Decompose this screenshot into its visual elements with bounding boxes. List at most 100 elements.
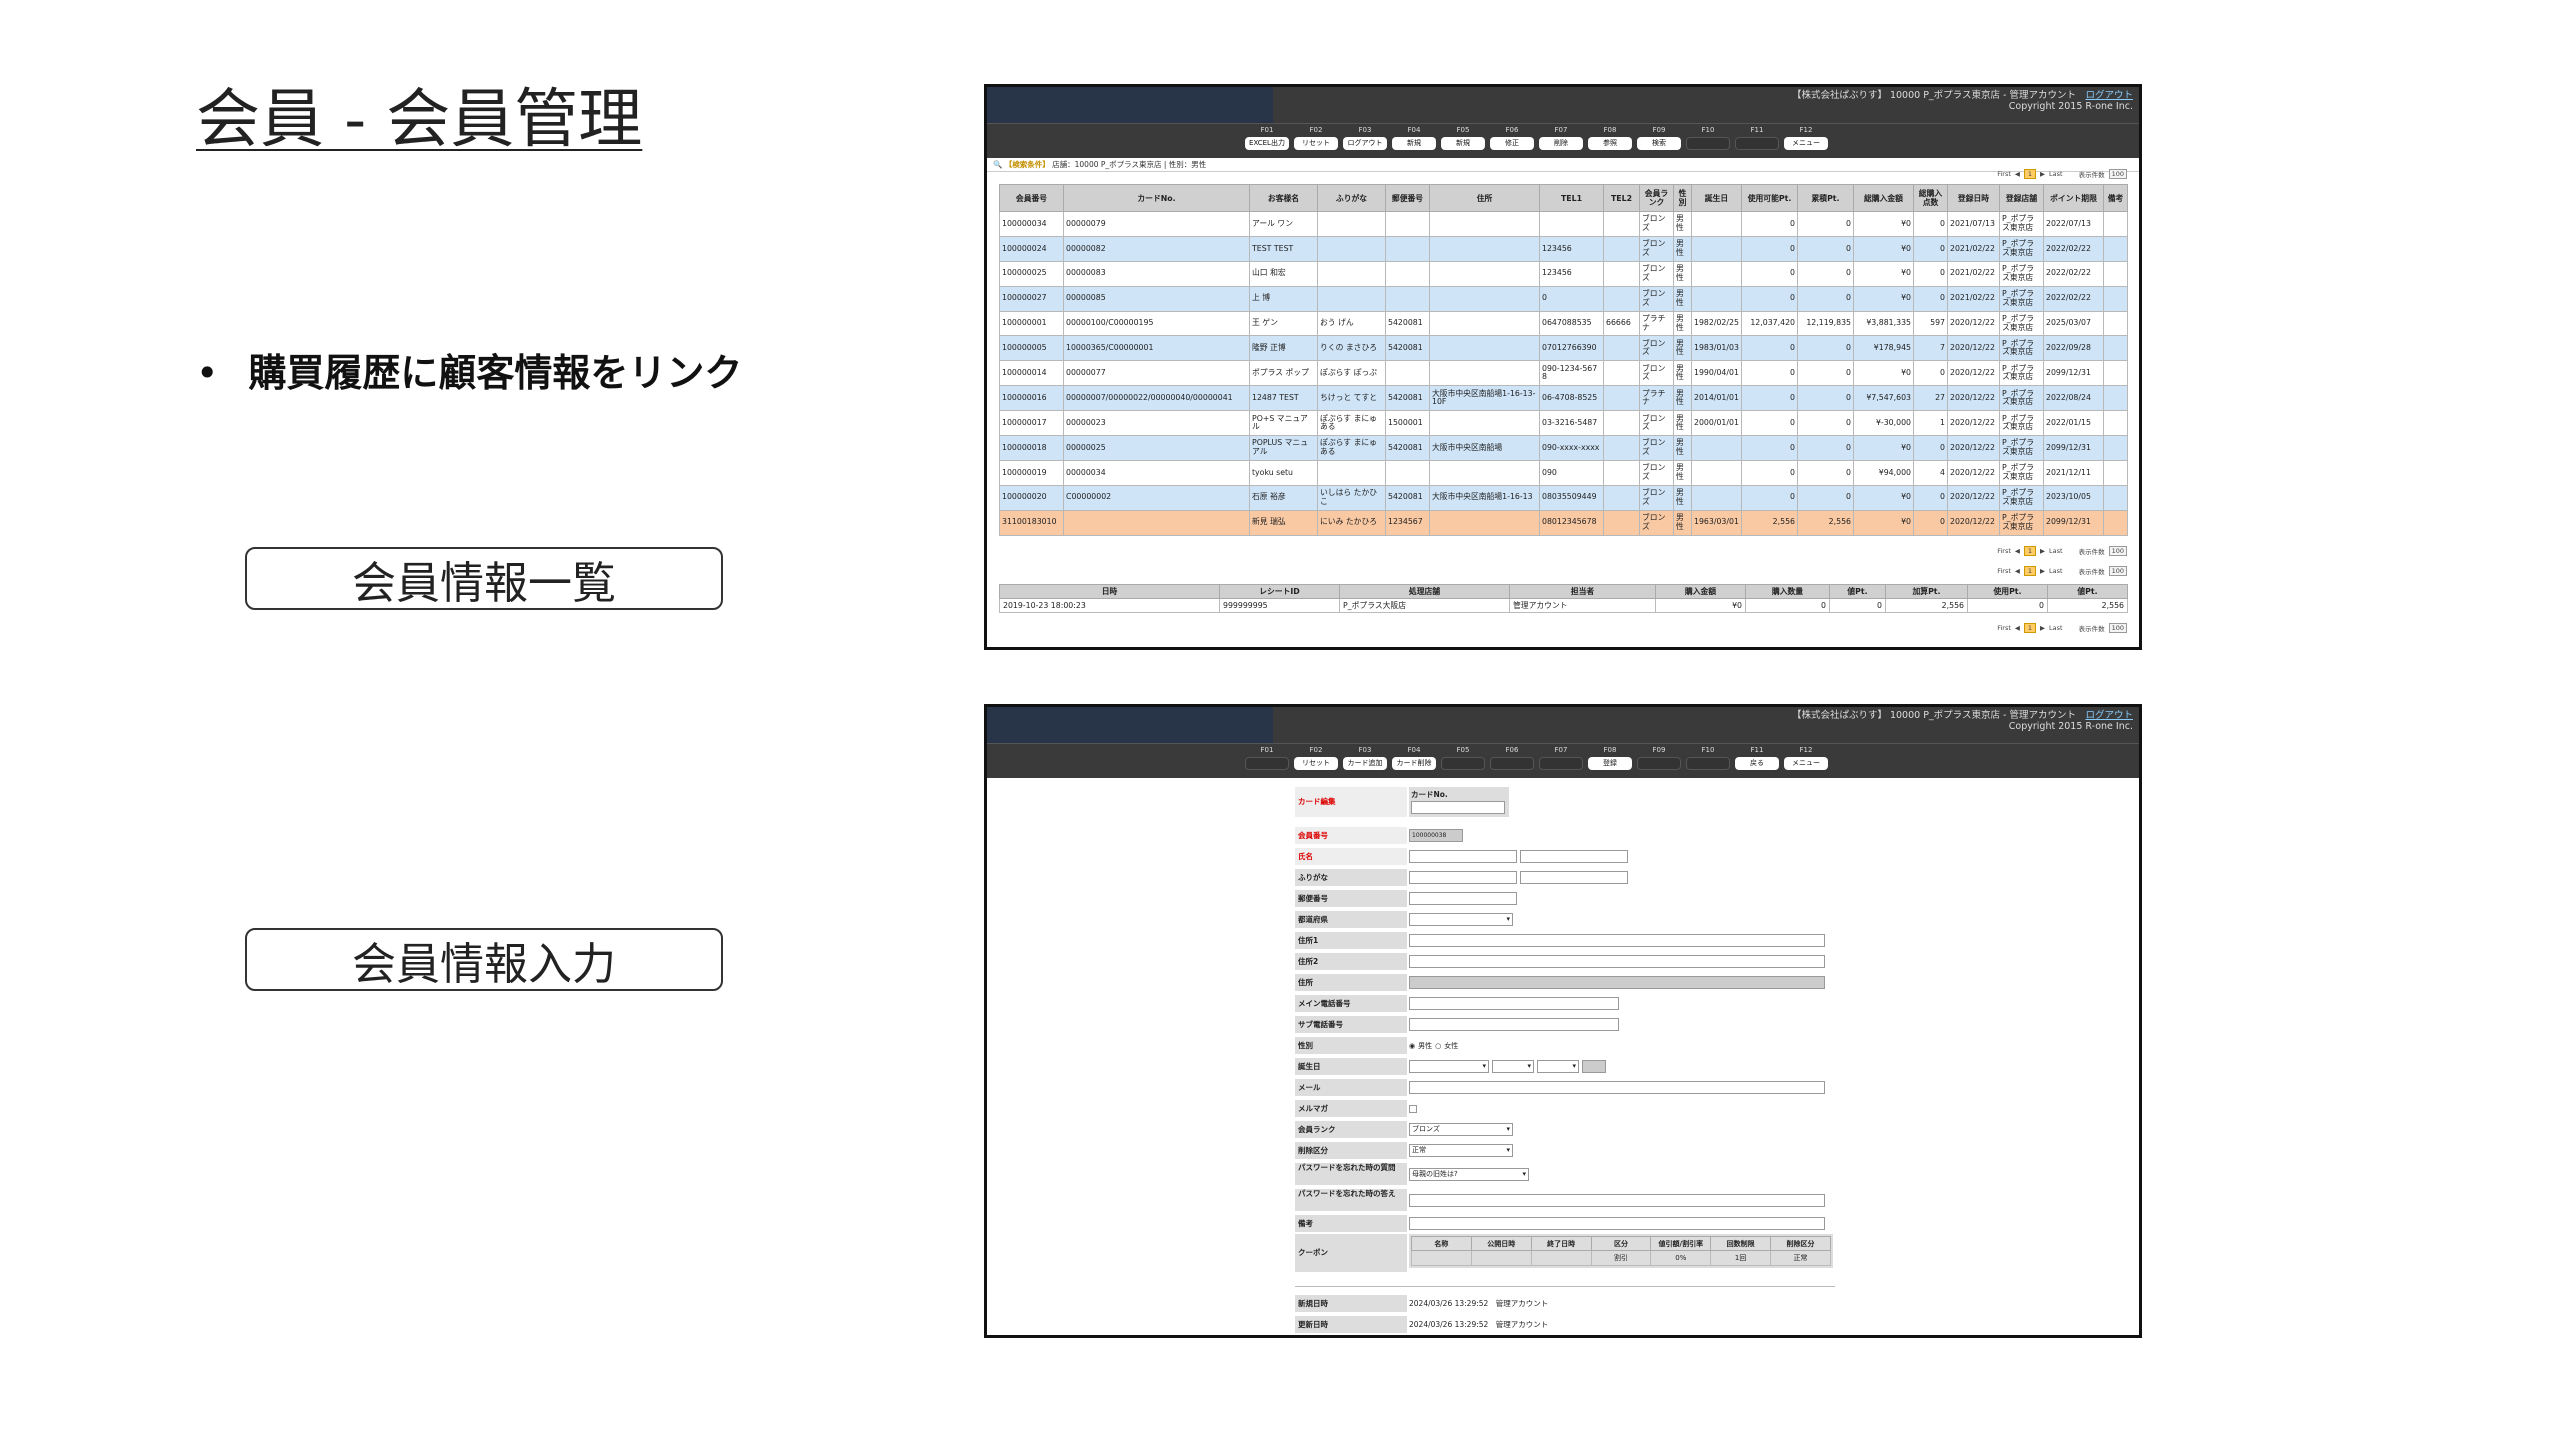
column-header[interactable]: 使用可能Pt. [1741, 184, 1798, 212]
column-header[interactable]: TEL1 [1539, 184, 1604, 212]
column-header[interactable]: 登録店舗 [1999, 184, 2044, 212]
fkey-f01[interactable]: F01 EXCEL出力 [1245, 126, 1289, 150]
table-row[interactable]: 100000020 C00000002 石原 裕彦 いしはら たかひこ 5420081 大… [999, 484, 2128, 511]
table-row[interactable]: 100000034 00000079 アール ワン ブロンズ 男性 0 0 ¥0 0 2021/0… [999, 211, 2128, 237]
fkey-button[interactable]: 新規 [1392, 137, 1436, 150]
tel-main-input[interactable] [1409, 997, 1619, 1010]
table-row[interactable]: 100000005 10000365/C00000001 隆野 正博 りくの まさひろ… [999, 335, 2128, 362]
fkey-button[interactable]: カード追加 [1343, 757, 1387, 770]
table-row[interactable]: 100000027 00000085 上 博 0 ブロンズ 男性 0 0 ¥0 0 2021/02/… [999, 285, 2128, 312]
fkey-f06[interactable]: F06 [1490, 746, 1534, 770]
count-select[interactable]: 100 [2108, 566, 2127, 576]
fkey-f10[interactable]: F10 [1686, 126, 1730, 150]
birth-day-select[interactable] [1537, 1060, 1579, 1073]
pager-page[interactable]: 1 [2023, 623, 2037, 633]
fkey-f01[interactable]: F01 [1245, 746, 1289, 770]
column-header[interactable]: 誕生日 [1691, 184, 1742, 212]
pager-prev[interactable]: ◀ [2015, 170, 2020, 178]
last-name-input[interactable] [1409, 850, 1517, 863]
pager-first[interactable]: First [1997, 567, 2011, 575]
pager-page[interactable]: 1 [2023, 546, 2037, 556]
pager-first[interactable]: First [1997, 624, 2011, 632]
fkey-f08[interactable]: F08 参照 [1588, 126, 1632, 150]
fkey-f02[interactable]: F02 リセット [1294, 746, 1338, 770]
count-select[interactable]: 100 [2108, 623, 2127, 633]
column-header[interactable]: 備考 [2103, 184, 2128, 212]
mailmag-checkbox[interactable] [1409, 1104, 1417, 1113]
fkey-f12[interactable]: F12 メニュー [1784, 126, 1828, 150]
fkey-f10[interactable]: F10 [1686, 746, 1730, 770]
fkey-button[interactable]: 検索 [1637, 137, 1681, 150]
pager-next[interactable]: ▶ [2040, 567, 2045, 575]
logout-link[interactable]: ログアウト [2085, 710, 2133, 721]
note-input[interactable] [1409, 1217, 1825, 1230]
addr2-input[interactable] [1409, 955, 1825, 968]
fkey-f11[interactable]: F11 戻る [1735, 746, 1779, 770]
pwq-select[interactable]: 母親の旧姓は? [1409, 1167, 1529, 1181]
fkey-button[interactable]: リセット [1294, 757, 1338, 770]
fkey-button[interactable]: カード削除 [1392, 757, 1436, 770]
fkey-f11[interactable]: F11 [1735, 126, 1779, 150]
pager-last[interactable]: Last [2049, 547, 2063, 555]
fkey-f03[interactable]: F03 カード追加 [1343, 746, 1387, 770]
fkey-button[interactable] [1735, 137, 1779, 150]
pager-page[interactable]: 1 [2023, 169, 2037, 179]
fkey-button[interactable]: 登録 [1588, 757, 1632, 770]
fkey-f05[interactable]: F05 [1441, 746, 1485, 770]
calendar-icon[interactable] [1582, 1060, 1606, 1073]
pwa-input[interactable] [1409, 1193, 1825, 1207]
pager-next[interactable]: ▶ [2040, 624, 2045, 632]
fkey-f09[interactable]: F09 検索 [1637, 126, 1681, 150]
birth-month-select[interactable] [1492, 1060, 1534, 1073]
gender-male-radio[interactable]: ◉ [1409, 1042, 1415, 1050]
fkey-button[interactable] [1539, 757, 1583, 770]
fkey-button[interactable] [1245, 757, 1289, 770]
column-header[interactable]: 総購入金額 [1853, 184, 1914, 212]
column-header[interactable]: 累積Pt. [1797, 184, 1854, 212]
table-row[interactable]: 100000014 00000077 ポプラス ポップ ぽぷらす ぽっぷ 090-123… [999, 360, 2128, 387]
pager-last[interactable]: Last [2049, 567, 2063, 575]
column-header[interactable]: 会員ランク [1639, 184, 1674, 212]
fkey-f07[interactable]: F07 削除 [1539, 126, 1583, 150]
table-row[interactable]: 100000017 00000023 PO+S マニュアル ぽぷらす まにゅある 150… [999, 410, 2128, 437]
count-select[interactable]: 100 [2108, 546, 2127, 556]
count-select[interactable]: 100 [2108, 169, 2127, 179]
column-header[interactable]: 総購入点数 [1913, 184, 1948, 212]
fkey-button[interactable]: 修正 [1490, 137, 1534, 150]
column-header[interactable]: お客様名 [1249, 184, 1318, 212]
pager-first[interactable]: First [1997, 170, 2011, 178]
fkey-f06[interactable]: F06 修正 [1490, 126, 1534, 150]
last-kana-input[interactable] [1409, 871, 1517, 884]
pager-page[interactable]: 1 [2023, 566, 2037, 576]
tel-sub-input[interactable] [1409, 1018, 1619, 1031]
column-header[interactable]: 会員番号 [999, 184, 1064, 212]
pager-prev[interactable]: ◀ [2015, 624, 2020, 632]
fkey-button[interactable] [1686, 757, 1730, 770]
fkey-button[interactable]: EXCEL出力 [1245, 137, 1289, 150]
column-header[interactable]: TEL2 [1603, 184, 1640, 212]
column-header[interactable]: ポイント期限 [2043, 184, 2104, 212]
pager-prev[interactable]: ◀ [2015, 567, 2020, 575]
first-name-input[interactable] [1520, 850, 1628, 863]
fkey-button[interactable] [1441, 757, 1485, 770]
fkey-f05[interactable]: F05 新規 [1441, 126, 1485, 150]
addr1-input[interactable] [1409, 934, 1825, 947]
fkey-f04[interactable]: F04 新規 [1392, 126, 1436, 150]
table-row[interactable]: 100000016 00000007/00000022/00000040/0000… [999, 385, 2128, 412]
fkey-f03[interactable]: F03 ログアウト [1343, 126, 1387, 150]
fkey-f02[interactable]: F02 リセット [1294, 126, 1338, 150]
table-row[interactable]: 2019-10-23 18:00:23 999999995 P_ポプラス大阪店 管理ア… [999, 598, 2128, 613]
column-header[interactable]: 性別 [1673, 184, 1692, 212]
member-list-button[interactable]: 会員情報一覧 [245, 547, 723, 610]
fkey-button[interactable]: メニュー [1784, 137, 1828, 150]
pager-first[interactable]: First [1997, 547, 2011, 555]
del-select[interactable]: 正常 [1409, 1144, 1513, 1157]
column-header[interactable]: 郵便番号 [1385, 184, 1430, 212]
table-row[interactable]: 100000024 00000082 TEST TEST 123456 ブロンズ 男性 0 0… [999, 235, 2128, 262]
pager-last[interactable]: Last [2049, 624, 2063, 632]
pager-mid[interactable]: First ◀ 1 ▶ Last 表示件数 100 [1997, 546, 2127, 556]
pref-select[interactable] [1409, 913, 1513, 926]
gender-female-radio[interactable]: ○ [1435, 1042, 1441, 1050]
column-header[interactable]: 住所 [1429, 184, 1540, 212]
fkey-f04[interactable]: F04 カード削除 [1392, 746, 1436, 770]
